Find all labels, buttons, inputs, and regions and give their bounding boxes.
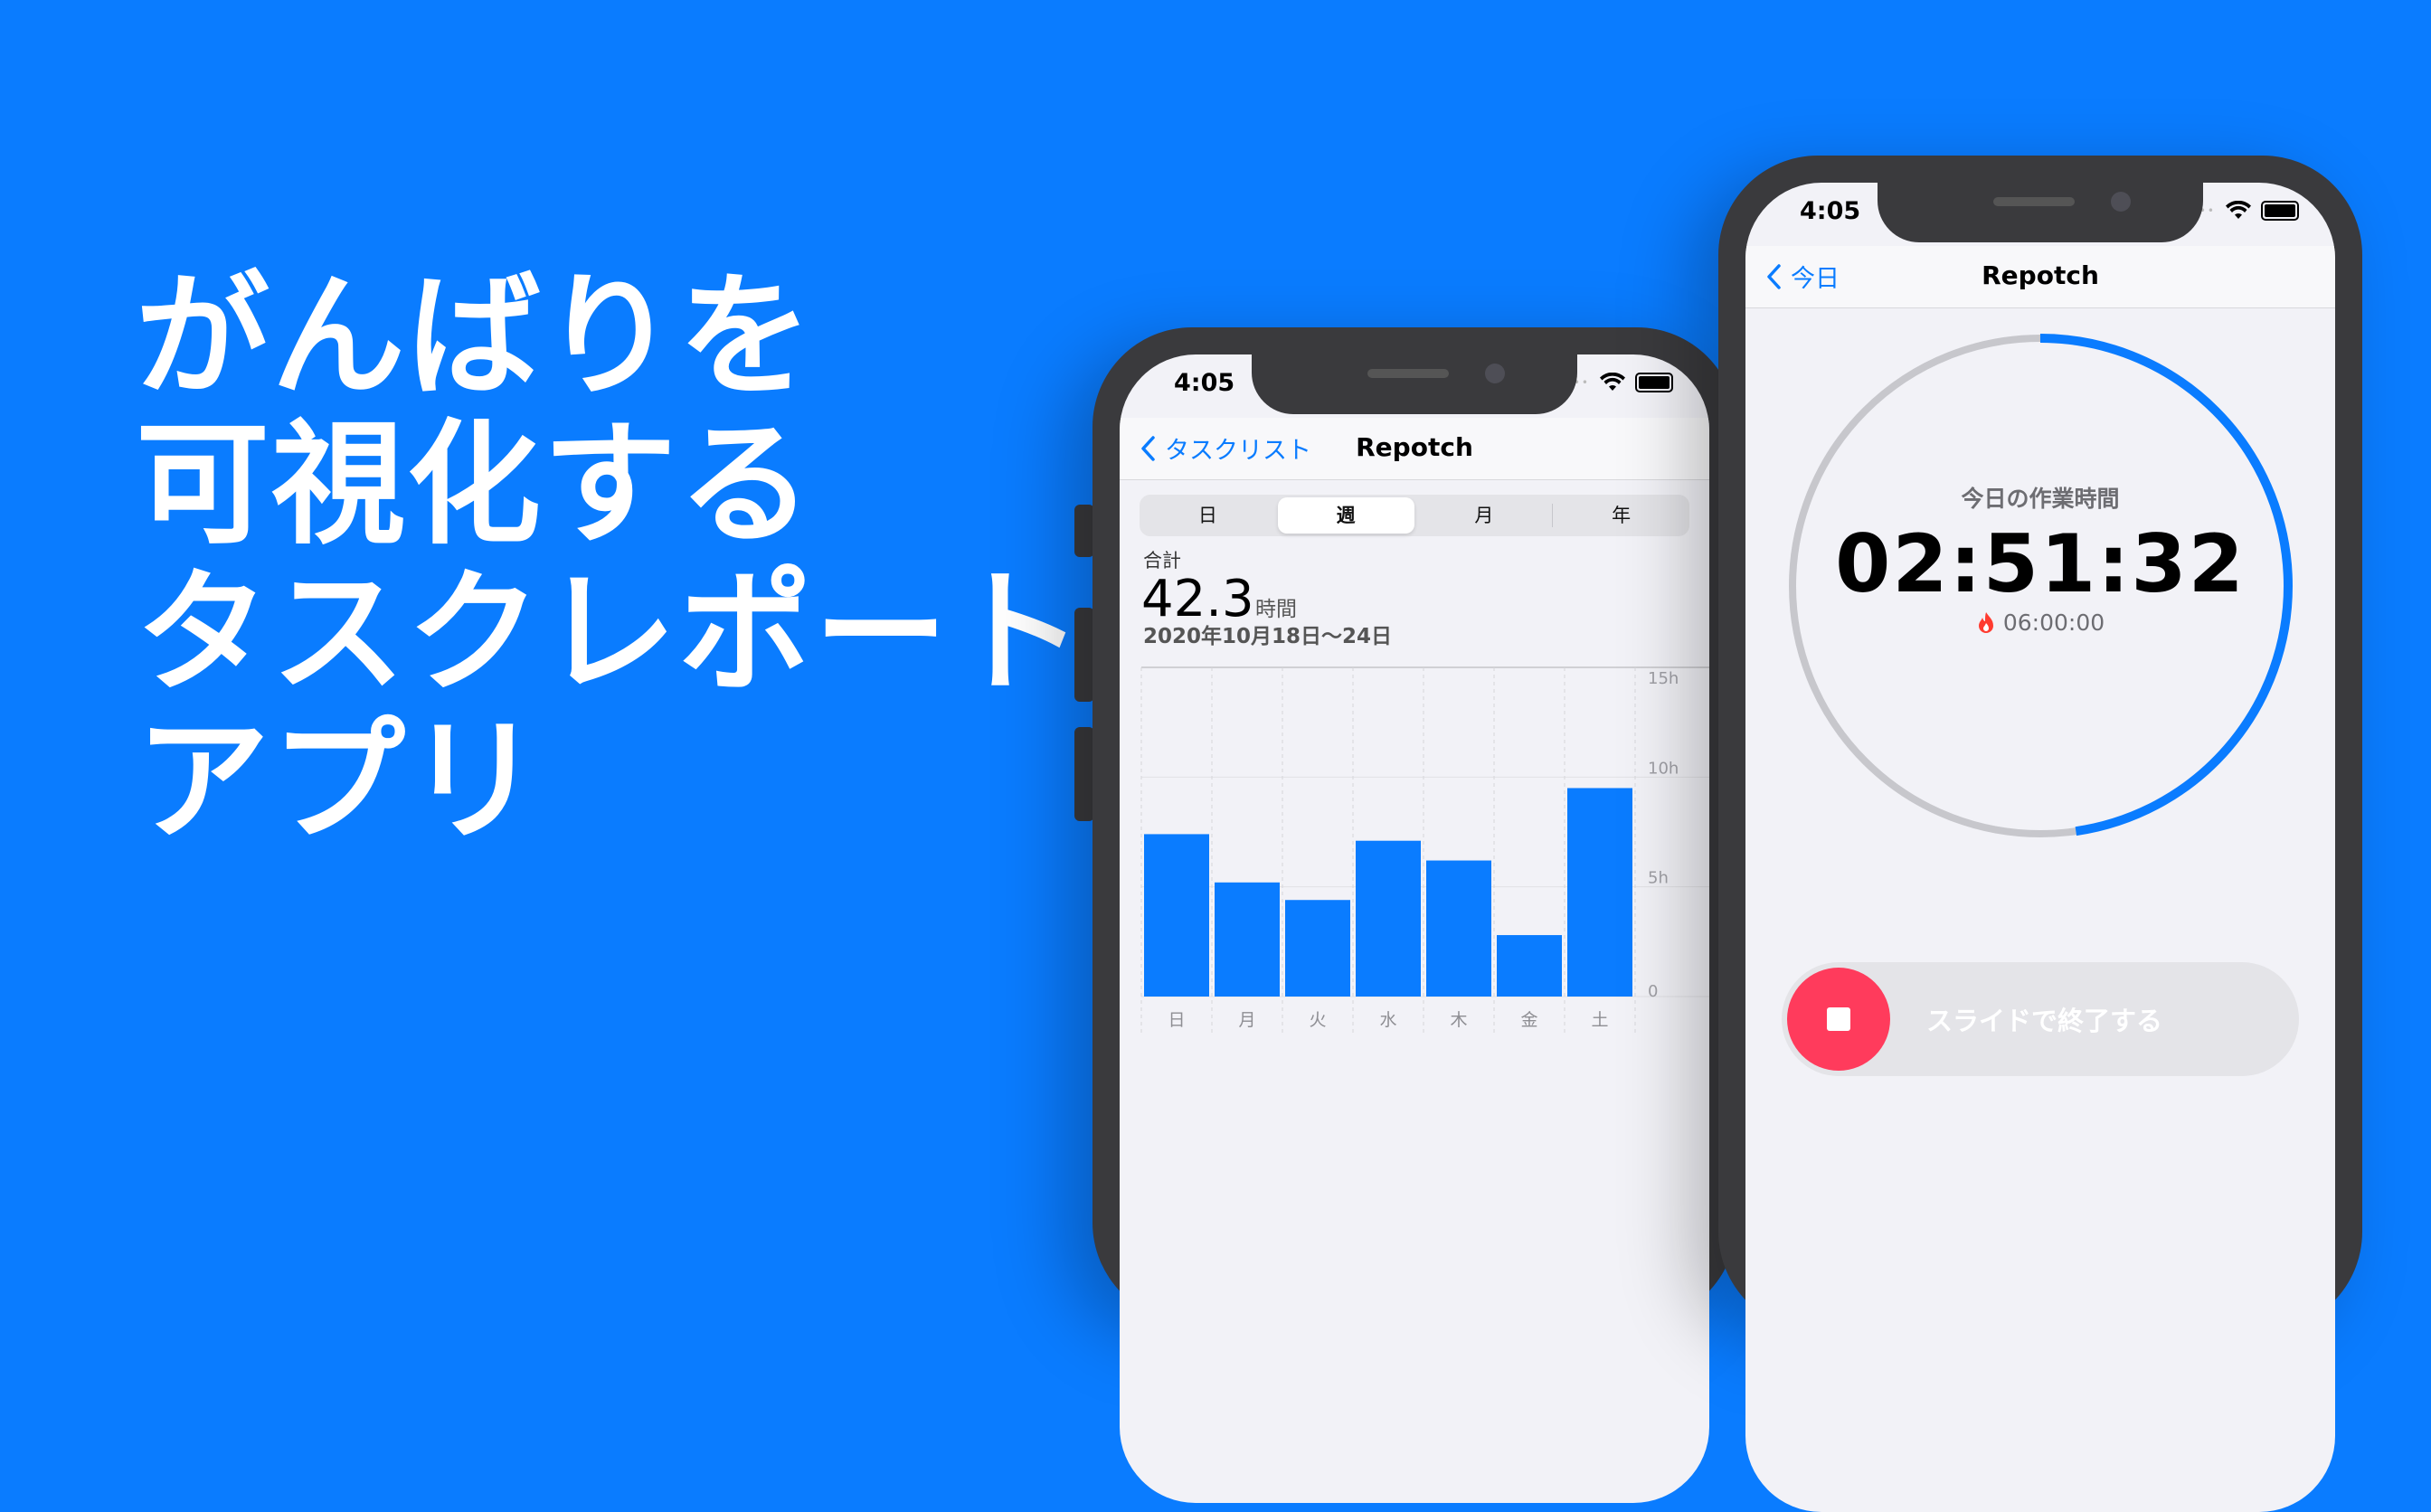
phone-left-button-1: [1074, 505, 1094, 557]
x-tick-label: 火: [1309, 1010, 1326, 1030]
notch: [1252, 354, 1577, 414]
weekly-bar-chart: 15h 10h 5h 0 日 月 火 水 木 金 土: [1140, 666, 1709, 1033]
segment-week[interactable]: 週: [1277, 497, 1414, 534]
x-tick-label: 日: [1168, 1010, 1185, 1030]
slide-to-stop-label: スライドで終了する: [1926, 1006, 2163, 1036]
headline-line-4: アプリ: [136, 704, 543, 859]
x-tick-label: 金: [1520, 1010, 1537, 1030]
wifi-icon: [1600, 373, 1625, 391]
y-tick-label: 10h: [1648, 759, 1679, 778]
timer-screen: 4:05 •••• 今日 Repotch: [1745, 183, 2335, 1512]
nav-title: Repotch: [1356, 432, 1473, 462]
phone-left-button-3: [1074, 727, 1094, 821]
speaker: [1367, 369, 1449, 378]
y-tick-label: 5h: [1648, 869, 1669, 888]
y-tick-label: 15h: [1648, 669, 1679, 688]
stop-icon: [1827, 1007, 1850, 1031]
summary-unit: 時間: [1255, 598, 1297, 621]
segment-day[interactable]: 日: [1140, 497, 1276, 534]
report-phone: 4:05 •••• タスクリスト Repotch 日 週: [1093, 327, 1736, 1503]
bar-1: [1215, 882, 1280, 997]
battery-icon: [1635, 373, 1673, 392]
x-tick-label: 土: [1591, 1010, 1608, 1030]
status-time: 4:05: [1174, 369, 1235, 397]
x-tick-label: 水: [1379, 1010, 1396, 1030]
goal-time: 06:00:00: [1745, 610, 2335, 636]
battery-icon: [2261, 201, 2299, 221]
headline-line-3: タスクレポート: [136, 555, 1085, 711]
today-work-time-label: 今日の作業時間: [1961, 486, 2120, 512]
date-range: 2020年10月18日〜24日: [1143, 625, 1393, 648]
wifi-icon: [2226, 201, 2251, 219]
x-tick-label: 月: [1238, 1010, 1255, 1030]
elapsed-timer: 02:51:32: [1835, 517, 2246, 610]
navigation-bar: 今日 Repotch: [1745, 246, 2335, 308]
segment-month[interactable]: 月: [1416, 497, 1553, 534]
period-segmented-control: 日 週 月 年: [1140, 495, 1689, 536]
camera: [1485, 364, 1505, 383]
stop-knob[interactable]: [1787, 968, 1890, 1071]
report-screen: 4:05 •••• タスクリスト Repotch 日 週: [1120, 354, 1709, 1503]
bar-4: [1426, 860, 1491, 997]
bar-2: [1285, 900, 1350, 997]
bar-6: [1567, 788, 1632, 997]
headline-line-2: 可視化する: [136, 407, 814, 562]
bar-5: [1497, 935, 1562, 997]
navigation-bar: タスクリスト Repotch: [1120, 418, 1709, 480]
flame-icon: [1978, 611, 1993, 633]
camera: [2111, 192, 2131, 212]
phone-left-button-2: [1074, 608, 1094, 702]
headline: がんばりを 可視化する タスクレポート アプリ: [136, 262, 1085, 855]
goal-time-value: 06:00:00: [2002, 610, 2105, 636]
headline-line-1: がんばりを: [136, 259, 814, 414]
nav-title: Repotch: [1982, 260, 2099, 290]
slide-to-stop-slider[interactable]: スライドで終了する: [1782, 962, 2299, 1076]
notch: [1878, 183, 2203, 242]
timer-phone: 4:05 •••• 今日 Repotch: [1718, 156, 2362, 1512]
status-time: 4:05: [1800, 197, 1861, 225]
y-tick-label: 0: [1648, 982, 1658, 1001]
bar-0: [1144, 834, 1209, 997]
speaker: [1993, 197, 2075, 206]
bar-3: [1356, 840, 1421, 997]
x-tick-label: 木: [1450, 1010, 1467, 1030]
segment-year[interactable]: 年: [1553, 497, 1689, 534]
